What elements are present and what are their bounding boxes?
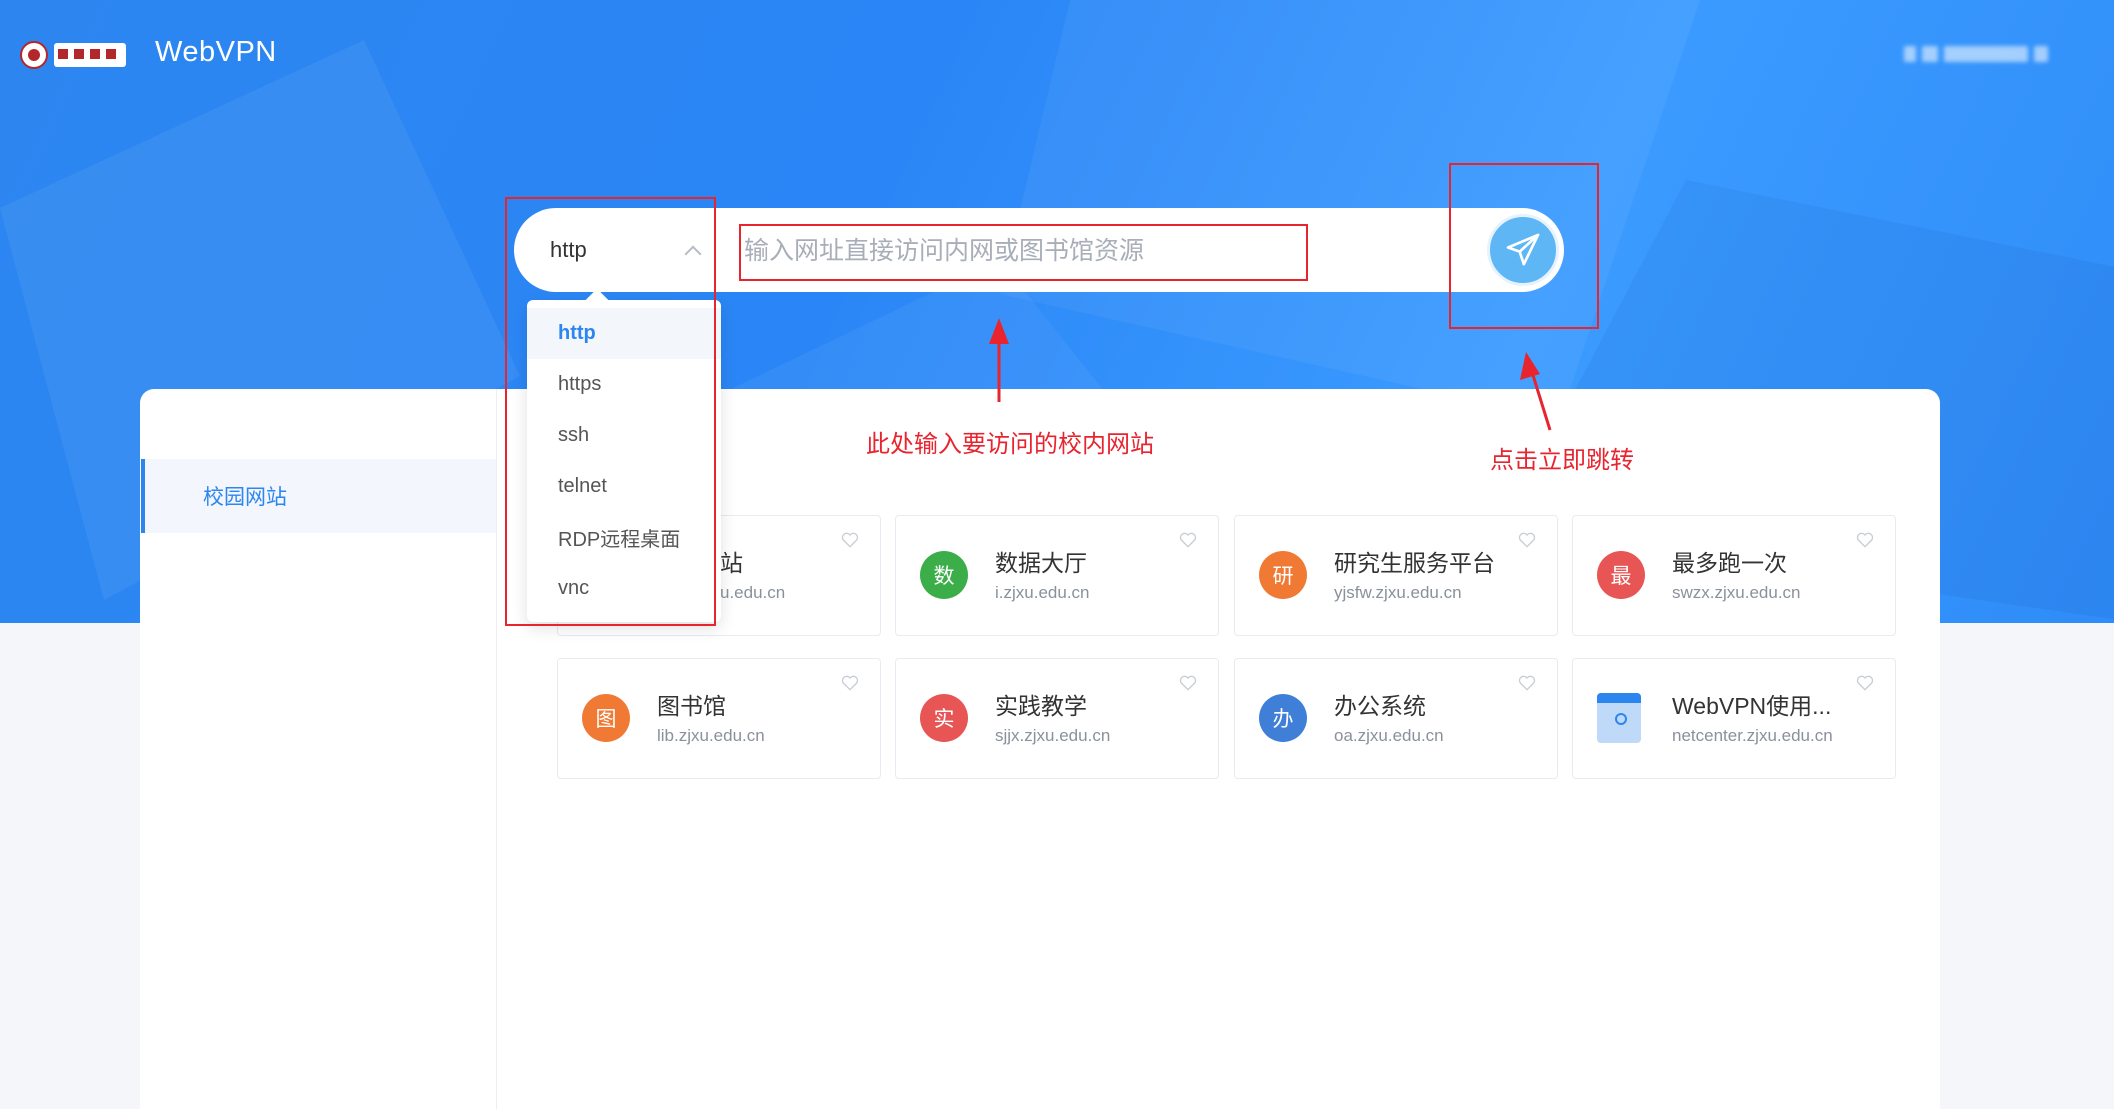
favorite-heart-icon[interactable] [1855,673,1875,693]
site-name: 站 [720,550,743,576]
go-button[interactable] [1487,214,1559,286]
annotation-arrow-go [1520,352,1552,431]
protocol-option-http[interactable]: http [527,308,721,359]
site-domain: u.edu.cn [720,583,786,602]
protocol-selected-label: http [550,237,587,262]
chevron-up-icon[interactable] [684,242,700,258]
protocol-dropdown: http https ssh telnet RDP远程桌面 vnc [527,300,721,622]
favorite-heart-icon[interactable] [840,530,860,550]
site-card[interactable]: 数 数据大厅 i.zjxu.edu.cn [895,515,1219,636]
site-name: WebVPN使用... [1672,693,1832,719]
favorite-heart-icon[interactable] [1517,673,1537,693]
paper-plane-icon [1506,233,1540,266]
favorite-heart-icon[interactable] [1178,673,1198,693]
site-domain: lib.zjxu.edu.cn [657,726,765,745]
site-icon: 图 [582,694,630,742]
site-icon: 数 [920,551,968,599]
favorite-heart-icon[interactable] [1178,530,1198,550]
site-name: 最多跑一次 [1672,550,1787,576]
site-name: 办公系统 [1334,693,1426,719]
folder-icon [1597,693,1641,743]
site-name: 研究生服务平台 [1334,550,1495,576]
site-icon: 办 [1259,694,1307,742]
sidebar-item-campus-sites[interactable]: 校园网站 [141,459,496,533]
site-domain: yjsfw.zjxu.edu.cn [1334,583,1462,602]
site-card[interactable]: 办 办公系统 oa.zjxu.edu.cn [1234,658,1558,779]
app-title: WebVPN [155,36,277,68]
site-domain: i.zjxu.edu.cn [995,583,1090,602]
university-logo-icon[interactable] [20,38,130,72]
protocol-option-rdp[interactable]: RDP远程桌面 [527,512,721,563]
sidebar-divider [496,389,497,1109]
site-icon: 研 [1259,551,1307,599]
favorite-heart-icon[interactable] [840,673,860,693]
favorite-heart-icon[interactable] [1517,530,1537,550]
site-domain: oa.zjxu.edu.cn [1334,726,1444,745]
protocol-option-https[interactable]: https [527,359,721,410]
annotation-arrow-input [989,318,1009,402]
site-card[interactable]: 实 实践教学 sjjx.zjxu.edu.cn [895,658,1219,779]
site-card[interactable]: WebVPN使用... netcenter.zjxu.edu.cn [1572,658,1896,779]
url-input[interactable] [744,228,1304,274]
annotation-text-input: 此处输入要访问的校内网站 [866,431,1154,458]
sidebar-item-label: 校园网站 [203,486,287,509]
site-card[interactable]: 图 图书馆 lib.zjxu.edu.cn [557,658,881,779]
site-card[interactable]: 最 最多跑一次 swzx.zjxu.edu.cn [1572,515,1896,636]
site-icon: 最 [1597,551,1645,599]
protocol-option-vnc[interactable]: vnc [527,563,721,614]
site-icon: 实 [920,694,968,742]
site-domain: swzx.zjxu.edu.cn [1672,583,1801,602]
protocol-option-telnet[interactable]: telnet [527,461,721,512]
annotation-text-go: 点击立即跳转 [1490,447,1634,474]
site-domain: sjjx.zjxu.edu.cn [995,726,1111,745]
site-card[interactable]: 研 研究生服务平台 yjsfw.zjxu.edu.cn [1234,515,1558,636]
protocol-option-ssh[interactable]: ssh [527,410,721,461]
user-info-blurred[interactable] [1904,44,2070,64]
favorite-heart-icon[interactable] [1855,530,1875,550]
site-domain: netcenter.zjxu.edu.cn [1672,726,1833,745]
top-bar: WebVPN [0,0,2114,110]
site-name: 数据大厅 [995,550,1087,576]
site-name: 图书馆 [657,693,726,719]
site-name: 实践教学 [995,693,1087,719]
